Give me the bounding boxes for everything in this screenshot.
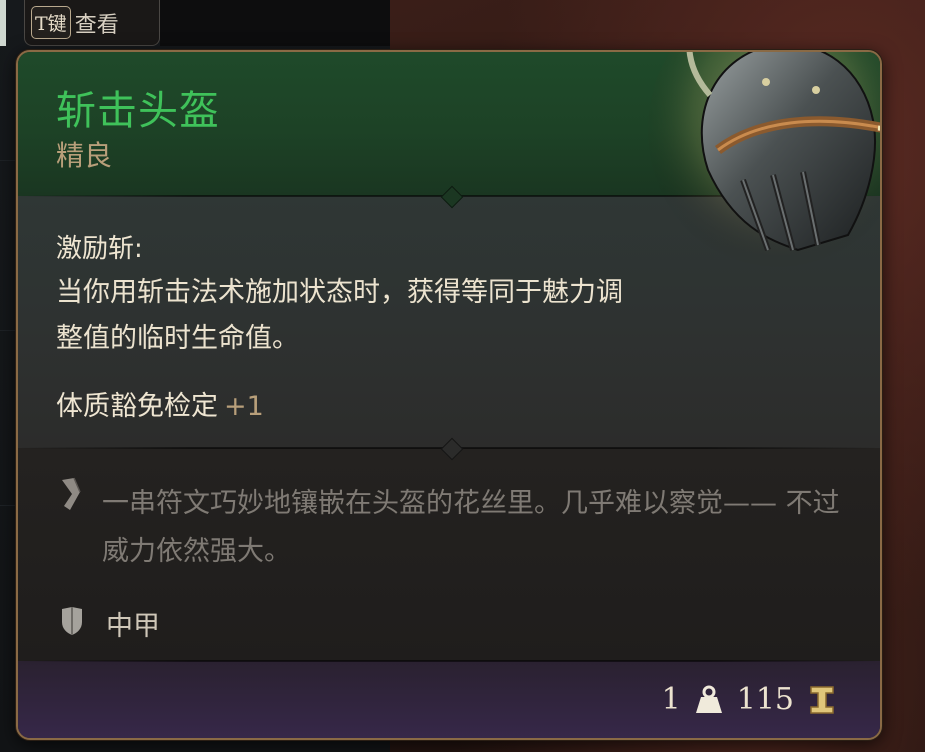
save-bonus-label: 体质豁免检定	[56, 391, 218, 422]
background-edge	[0, 0, 6, 46]
weight-value: 1	[661, 682, 681, 717]
section-divider	[18, 660, 880, 662]
save-bonus: 体质豁免检定 +1	[56, 384, 264, 423]
background-line	[0, 160, 16, 161]
item-stats: 1 115	[662, 682, 836, 717]
background-line	[0, 330, 16, 331]
item-tooltip: 斩击头盔 精良 激励斩: 当你用斩击法术施加状态时，获得等同于魅力调整值的临时生…	[16, 50, 882, 740]
background-line	[0, 505, 16, 506]
item-name: 斩击头盔	[56, 88, 220, 134]
armor-type: 中甲	[106, 611, 160, 642]
weight-icon	[695, 685, 722, 713]
item-rarity: 精良	[56, 139, 113, 172]
effect-name: 激励斩:	[56, 234, 143, 264]
keybind-badge: T键	[31, 6, 71, 39]
background-top-strip	[160, 0, 400, 46]
examine-label: 查看	[74, 12, 119, 38]
examine-hint[interactable]: T键 查看	[24, 0, 160, 46]
flavor-text: 一串符文巧妙地镶嵌在头盔的花丝里。几乎难以察觉—— 不过威力依然强大。	[102, 488, 840, 567]
helmet-icon	[648, 52, 880, 270]
shield-icon	[62, 607, 82, 635]
gold-value: 115	[736, 682, 794, 717]
feather-quill-icon	[62, 477, 81, 510]
effect-description: 当你用斩击法术施加状态时，获得等同于魅力调整值的临时生命值。	[56, 277, 623, 354]
save-bonus-value: +1	[224, 391, 264, 422]
gold-coin-icon	[810, 685, 834, 714]
